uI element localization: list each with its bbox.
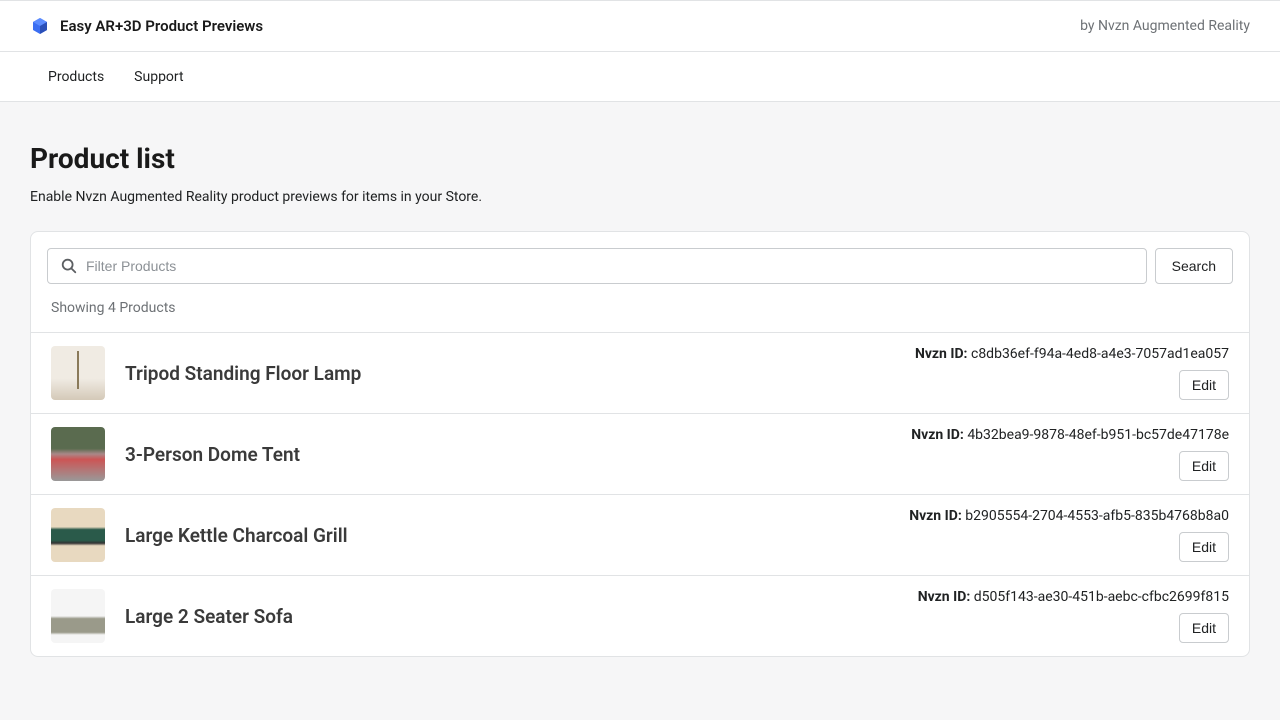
nav-products[interactable]: Products — [48, 69, 104, 85]
product-row: 3-Person Dome Tent Nvzn ID: 4b32bea9-987… — [31, 413, 1249, 494]
product-name: Large Kettle Charcoal Grill — [125, 524, 889, 547]
nvzn-id-value: d505f143-ae30-451b-aebc-cfbc2699f815 — [974, 589, 1229, 605]
product-thumbnail — [51, 508, 105, 562]
edit-button[interactable]: Edit — [1179, 613, 1229, 643]
nvzn-id-value: c8db36ef-f94a-4ed8-a4e3-7057ad1ea057 — [971, 346, 1229, 362]
product-thumbnail — [51, 589, 105, 643]
showing-count: Showing 4 Products — [31, 300, 1249, 332]
filter-products-input[interactable] — [48, 250, 1146, 282]
nvzn-id-value: b2905554-2704-4553-afb5-835b4768b8a0 — [965, 508, 1229, 524]
product-row-right: Nvzn ID: b2905554-2704-4553-afb5-835b476… — [909, 508, 1229, 562]
edit-button[interactable]: Edit — [1179, 370, 1229, 400]
page-title: Product list — [30, 142, 1250, 175]
app-title: Easy AR+3D Product Previews — [60, 17, 263, 35]
product-row: Large Kettle Charcoal Grill Nvzn ID: b29… — [31, 494, 1249, 575]
top-nav: Products Support — [0, 52, 1280, 102]
product-name: Tripod Standing Floor Lamp — [125, 362, 895, 385]
search-icon — [60, 257, 78, 275]
edit-button[interactable]: Edit — [1179, 451, 1229, 481]
header-left: Easy AR+3D Product Previews — [30, 16, 263, 36]
nvzn-id-line: Nvzn ID: 4b32bea9-9878-48ef-b951-bc57de4… — [911, 427, 1229, 443]
main-content: Product list Enable Nvzn Augmented Reali… — [0, 102, 1280, 657]
edit-button[interactable]: Edit — [1179, 532, 1229, 562]
search-row: Search — [31, 232, 1249, 300]
product-row-right: Nvzn ID: d505f143-ae30-451b-aebc-cfbc269… — [918, 589, 1229, 643]
product-list-card: Search Showing 4 Products Tripod Standin… — [30, 231, 1250, 657]
by-line: by Nvzn Augmented Reality — [1080, 18, 1250, 34]
nvzn-id-label: Nvzn ID: — [918, 589, 971, 605]
nvzn-id-line: Nvzn ID: d505f143-ae30-451b-aebc-cfbc269… — [918, 589, 1229, 605]
app-header: Easy AR+3D Product Previews by Nvzn Augm… — [0, 0, 1280, 52]
nav-support[interactable]: Support — [134, 69, 183, 85]
nvzn-id-line: Nvzn ID: c8db36ef-f94a-4ed8-a4e3-7057ad1… — [915, 346, 1229, 362]
product-row: Large 2 Seater Sofa Nvzn ID: d505f143-ae… — [31, 575, 1249, 656]
product-thumbnail — [51, 346, 105, 400]
nvzn-id-label: Nvzn ID: — [909, 508, 962, 524]
product-name: Large 2 Seater Sofa — [125, 605, 898, 628]
app-logo-icon — [30, 16, 50, 36]
nvzn-id-label: Nvzn ID: — [915, 346, 968, 362]
product-name: 3-Person Dome Tent — [125, 443, 891, 466]
nvzn-id-label: Nvzn ID: — [911, 427, 964, 443]
search-input-wrapper — [47, 248, 1147, 284]
nvzn-id-value: 4b32bea9-9878-48ef-b951-bc57de47178e — [967, 427, 1229, 443]
product-thumbnail — [51, 427, 105, 481]
page-subtitle: Enable Nvzn Augmented Reality product pr… — [30, 189, 1250, 205]
product-row: Tripod Standing Floor Lamp Nvzn ID: c8db… — [31, 332, 1249, 413]
search-button[interactable]: Search — [1155, 248, 1233, 284]
product-row-right: Nvzn ID: 4b32bea9-9878-48ef-b951-bc57de4… — [911, 427, 1229, 481]
nvzn-id-line: Nvzn ID: b2905554-2704-4553-afb5-835b476… — [909, 508, 1229, 524]
product-row-right: Nvzn ID: c8db36ef-f94a-4ed8-a4e3-7057ad1… — [915, 346, 1229, 400]
